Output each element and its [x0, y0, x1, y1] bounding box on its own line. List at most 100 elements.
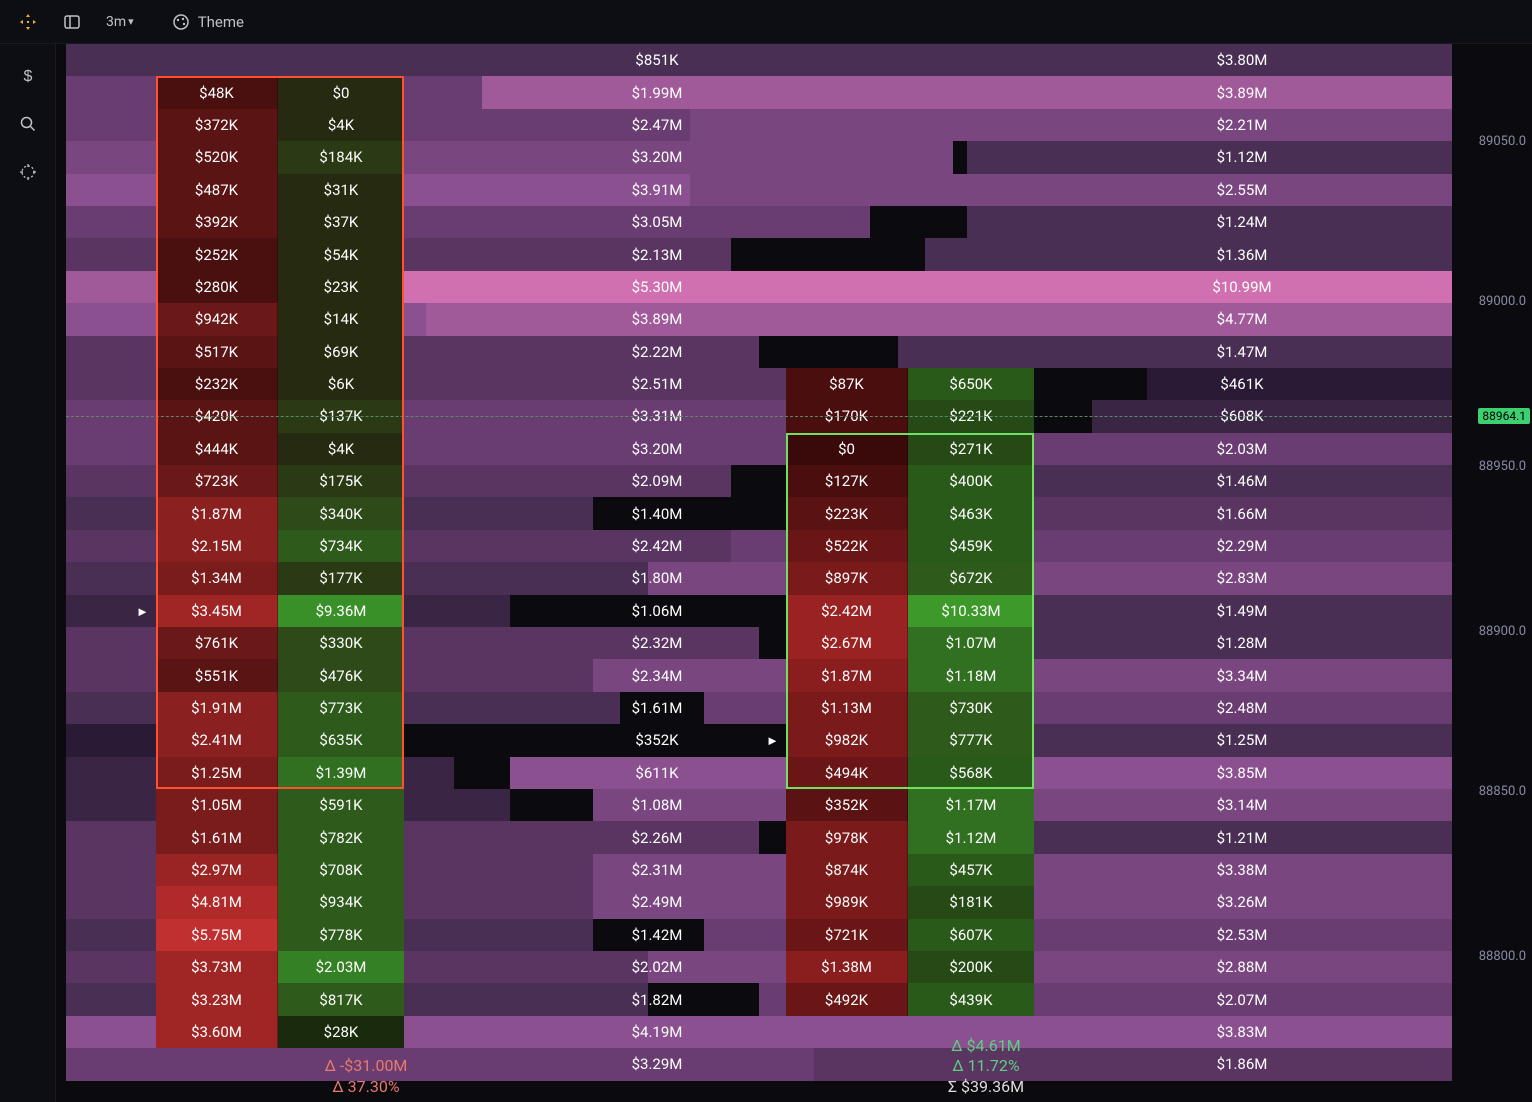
- target-tool-button[interactable]: [8, 152, 48, 192]
- heatmap-row[interactable]: $723K$175K$127K$400K$2.09M$1.46M: [66, 465, 1452, 497]
- heatmap-row[interactable]: $48K$0$1.99M$3.89M: [66, 76, 1452, 108]
- mid-volume-cell: $3.91M: [404, 174, 910, 206]
- mid-volume-cell: $2.26M: [404, 821, 910, 853]
- right-volume-cell: $10.99M: [1034, 271, 1450, 303]
- mid-volume-cell: $2.09M: [404, 465, 910, 497]
- right-volume-cell: $2.07M: [1034, 983, 1450, 1015]
- mid-volume-cell: $2.22M: [404, 336, 910, 368]
- delta-pct-right: Δ 11.72%: [876, 1056, 1096, 1077]
- buy-volume-cell: $9.36M: [278, 595, 404, 627]
- buy-volume-cell: $6K: [278, 368, 404, 400]
- right-volume-cell: $4.77M: [1034, 303, 1450, 335]
- heatmap-chart[interactable]: $851K$3.80M$48K$0$1.99M$3.89M$372K$4K$2.…: [56, 44, 1532, 1102]
- heatmap-row[interactable]: $1.05M$591K$352K$1.17M$1.08M$3.14M: [66, 789, 1452, 821]
- heatmap-row[interactable]: $392K$37K$3.05M$1.24M: [66, 206, 1452, 238]
- heatmap-row[interactable]: $1.61M$782K$978K$1.12M$2.26M$1.21M: [66, 821, 1452, 853]
- sell-volume-cell: $4.81M: [156, 886, 278, 918]
- buy-volume-cell: $28K: [278, 1016, 404, 1048]
- price-current-badge: 88964.1: [1478, 408, 1530, 424]
- heatmap-row[interactable]: $3.60M$28K$4.19M$3.83M: [66, 1016, 1452, 1048]
- mid-volume-cell: $352K: [404, 724, 910, 756]
- timeframe-selector[interactable]: 3m ▾: [96, 4, 144, 40]
- price-tick: 88800.0: [1479, 949, 1526, 964]
- heatmap-row[interactable]: $372K$4K$2.47M$2.21M: [66, 109, 1452, 141]
- heatmap-row[interactable]: $942K$14K$3.89M$4.77M: [66, 303, 1452, 335]
- heatmap-row[interactable]: $520K$184K$3.20M$1.12M: [66, 141, 1452, 173]
- mid-volume-cell: $1.40M: [404, 497, 910, 529]
- buy-volume-cell: $31K: [278, 174, 404, 206]
- heatmap-row[interactable]: $1.91M$773K$1.13M$730K$1.61M$2.48M: [66, 692, 1452, 724]
- heatmap-row[interactable]: $1.87M$340K$223K$463K$1.40M$1.66M: [66, 497, 1452, 529]
- panel-toggle-button[interactable]: [52, 4, 92, 40]
- sell-volume-cell: $1.25M: [156, 757, 278, 789]
- right-volume-cell: $2.48M: [1034, 692, 1450, 724]
- sell-volume-cell: $232K: [156, 368, 278, 400]
- heatmap-row[interactable]: $3.73M$2.03M$1.38M$200K$2.02M$2.88M: [66, 951, 1452, 983]
- buy-volume-cell-2: $1.18M: [908, 659, 1034, 691]
- heatmap-row[interactable]: $2.97M$708K$874K$457K$2.31M$3.38M: [66, 854, 1452, 886]
- timeframe-value: 3m: [106, 14, 126, 30]
- buy-volume-cell: $817K: [278, 983, 404, 1015]
- buy-volume-cell-2: $777K: [908, 724, 1034, 756]
- heatmap-row[interactable]: $4.81M$934K$989K$181K$2.49M$3.26M: [66, 886, 1452, 918]
- right-volume-cell: $2.88M: [1034, 951, 1450, 983]
- mid-volume-cell: $2.47M: [404, 109, 910, 141]
- sell-volume-cell: $1.61M: [156, 821, 278, 853]
- mid-volume-cell: $1.61M: [404, 692, 910, 724]
- right-volume-cell: $3.26M: [1034, 886, 1450, 918]
- mid-volume-cell: $3.89M: [404, 303, 910, 335]
- sell-volume-cell: $551K: [156, 659, 278, 691]
- theme-button[interactable]: Theme: [164, 4, 252, 40]
- right-volume-cell: $1.66M: [1034, 497, 1450, 529]
- sell-volume-cell: $942K: [156, 303, 278, 335]
- buy-volume-cell-2: $1.12M: [908, 821, 1034, 853]
- buy-volume-cell-2: $568K: [908, 757, 1034, 789]
- mid-volume-cell: $1.82M: [404, 983, 910, 1015]
- sell-volume-cell: $5.75M: [156, 919, 278, 951]
- heatmap-row[interactable]: $232K$6K$87K$650K$2.51M$461K: [66, 368, 1452, 400]
- right-volume-cell: $1.49M: [1034, 595, 1450, 627]
- theme-label: Theme: [198, 13, 244, 31]
- heatmap-row[interactable]: $2.15M$734K$522K$459K$2.42M$2.29M: [66, 530, 1452, 562]
- sell-volume-cell: $1.87M: [156, 497, 278, 529]
- sell-volume-cell: $517K: [156, 336, 278, 368]
- buy-volume-cell: $708K: [278, 854, 404, 886]
- heatmap-row[interactable]: $1.25M$1.39M$494K$568K$611K$3.85M: [66, 757, 1452, 789]
- buy-volume-cell: $177K: [278, 562, 404, 594]
- move-tool-button[interactable]: [8, 4, 48, 40]
- right-volume-cell: $1.12M: [1034, 141, 1450, 173]
- buy-volume-cell: $54K: [278, 238, 404, 270]
- right-volume-cell: $1.21M: [1034, 821, 1450, 853]
- mid-volume-cell: $2.02M: [404, 951, 910, 983]
- sell-volume-cell: $48K: [156, 76, 278, 108]
- heatmap-row[interactable]: $5.75M$778K$721K$607K$1.42M$2.53M: [66, 919, 1452, 951]
- sell-volume-cell: $2.97M: [156, 854, 278, 886]
- heatmap-row[interactable]: $444K$4K$0$271K$3.20M$2.03M: [66, 433, 1452, 465]
- right-volume-cell: $3.83M: [1034, 1016, 1450, 1048]
- heatmap-row[interactable]: $2.41M$635K$982K$777K$352K$1.25M: [66, 724, 1452, 756]
- top-toolbar: 3m ▾ Theme: [0, 0, 1532, 44]
- heatmap-row[interactable]: $517K$69K$2.22M$1.47M: [66, 336, 1452, 368]
- heatmap-row[interactable]: $280K$23K$5.30M$10.99M: [66, 271, 1452, 303]
- price-axis[interactable]: 89050.089000.088950.088900.088850.088800…: [1454, 44, 1532, 1102]
- heatmap-row[interactable]: $487K$31K$3.91M$2.55M: [66, 174, 1452, 206]
- heatmap-row[interactable]: $1.34M$177K$897K$672K$1.80M$2.83M: [66, 562, 1452, 594]
- mid-volume-cell: $2.51M: [404, 368, 910, 400]
- sell-volume-cell: $487K: [156, 174, 278, 206]
- price-tick: 88950.0: [1479, 459, 1526, 474]
- buy-volume-cell: $1.39M: [278, 757, 404, 789]
- heatmap-row[interactable]: $851K$3.80M: [66, 44, 1452, 76]
- heatmap-row[interactable]: $761K$330K$2.67M$1.07M$2.32M$1.28M: [66, 627, 1452, 659]
- heatmap-row[interactable]: $3.23M$817K$492K$439K$1.82M$2.07M: [66, 983, 1452, 1015]
- right-volume-cell: $2.83M: [1034, 562, 1450, 594]
- zoom-tool-button[interactable]: [8, 104, 48, 144]
- mid-volume-cell: $4.19M: [404, 1016, 910, 1048]
- heatmap-row[interactable]: $551K$476K$1.87M$1.18M$2.34M$3.34M: [66, 659, 1452, 691]
- dollar-tool-button[interactable]: $: [8, 56, 48, 96]
- heatmap-row[interactable]: $3.45M$9.36M$2.42M$10.33M$1.06M$1.49M: [66, 595, 1452, 627]
- mid-volume-cell: $3.29M: [404, 1048, 910, 1080]
- buy-volume-cell-2: $672K: [908, 562, 1034, 594]
- move-icon: [19, 13, 37, 31]
- heatmap-row[interactable]: $252K$54K$2.13M$1.36M: [66, 238, 1452, 270]
- right-volume-cell: $1.46M: [1034, 465, 1450, 497]
